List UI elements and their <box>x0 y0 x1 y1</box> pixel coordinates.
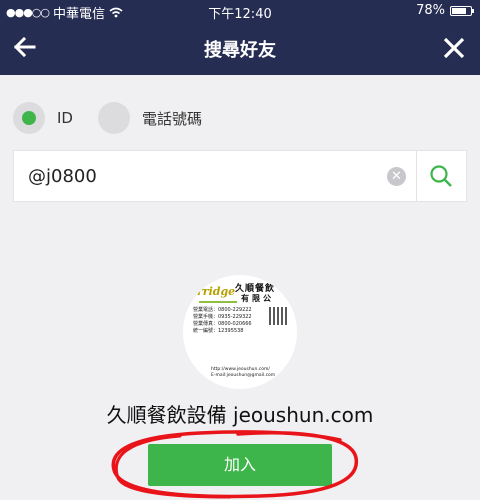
card-web-lines: http://www.jeoushun.com/ E-mail:jeoushun… <box>211 367 275 379</box>
radio-option-phone[interactable]: 電話號碼 <box>98 100 202 136</box>
card-logo-text: rridge <box>197 285 236 298</box>
card-line: 營業傳真：0800-020666 <box>193 321 252 327</box>
clear-icon[interactable]: ✕ <box>387 167 406 186</box>
radio-label-phone: 電話號碼 <box>142 109 203 128</box>
status-bar: ●●●○○ 中華電信 下午12:40 78% <box>0 0 480 22</box>
nav-bar: 搜尋好友 <box>0 22 480 75</box>
card-company-line2: 有限公 <box>241 293 274 303</box>
close-icon[interactable] <box>440 34 468 62</box>
card-email: E-mail:jeoushun@gmail.com <box>211 373 276 378</box>
radio-label-id: ID <box>57 109 73 127</box>
status-time: 下午12:40 <box>208 7 272 22</box>
search-icon[interactable] <box>428 163 454 189</box>
page-title: 搜尋好友 <box>204 40 276 61</box>
qr-code-icon <box>269 307 287 325</box>
search-type-selector: ID 電話號碼 <box>0 100 480 136</box>
business-card-image: rridge 久順餐飲 有限公 營業電話：0800-229222 營業手機：09… <box>183 275 297 389</box>
card-contact-lines: 營業電話：0800-229222 營業手機：0935-229322 營業傳真：0… <box>193 307 252 335</box>
battery-icon <box>450 5 474 16</box>
battery-percent: 78% <box>416 3 445 18</box>
search-input[interactable]: @j0800 ✕ <box>13 150 467 202</box>
radio-button-selected[interactable] <box>13 102 45 134</box>
card-line: 營業手機：0935-229322 <box>193 314 252 320</box>
search-divider <box>416 151 417 201</box>
friend-name: 久順餐飲設備 jeoushun.com <box>106 403 374 427</box>
search-input-value[interactable]: @j0800 <box>28 166 97 187</box>
add-friend-button[interactable]: 加入 <box>148 444 332 486</box>
card-logo-underline <box>199 301 237 303</box>
card-line: 統一編號：12395538 <box>193 328 244 334</box>
card-line: 營業電話：0800-229222 <box>193 307 252 313</box>
radio-button-unselected[interactable] <box>98 102 130 134</box>
radio-option-id[interactable]: ID <box>13 100 73 136</box>
status-right: 78% <box>416 3 474 18</box>
avatar: rridge 久順餐飲 有限公 營業電話：0800-229222 營業手機：09… <box>183 275 297 389</box>
